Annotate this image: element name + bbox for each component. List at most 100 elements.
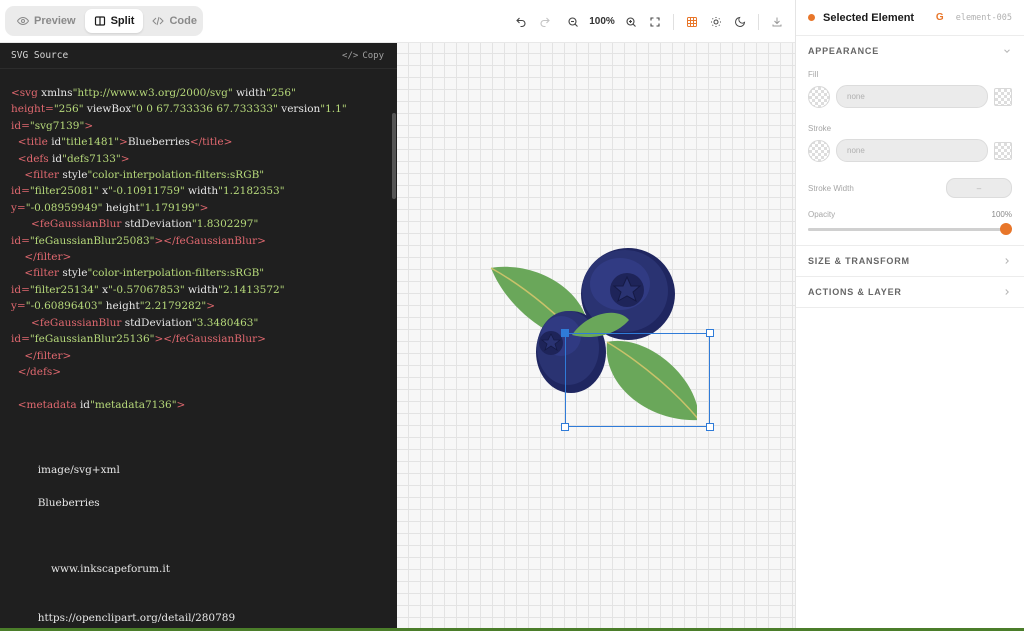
zoom-in-icon	[626, 16, 636, 27]
code-mode-label: Code	[169, 15, 197, 27]
stroke-color-swatch[interactable]	[808, 139, 830, 162]
appearance-section: APPEARANCE Fill none Stroke none Stroke	[796, 36, 1024, 246]
split-mode-button[interactable]: Split	[84, 9, 144, 33]
appearance-body: Fill none Stroke none Stroke Width – Opa…	[796, 66, 1024, 245]
zoom-in-button[interactable]	[619, 10, 643, 34]
code-line: </filter>	[24, 349, 72, 362]
code-panel-header: SVG Source </> Copy	[0, 43, 397, 69]
zoom-out-button[interactable]	[561, 10, 585, 34]
moon-icon	[735, 16, 746, 27]
code-line: <svg xmlns"http://www.w3.org/2000/svg" w…	[11, 87, 296, 99]
resize-handle-bottom-right[interactable]	[706, 423, 714, 431]
split-icon	[94, 16, 105, 26]
code-line: <metadata id"metadata7136">	[17, 398, 186, 411]
zoom-out-icon	[568, 16, 578, 27]
opacity-label: Opacity	[808, 210, 836, 219]
copy-button[interactable]: </> Copy	[342, 51, 384, 61]
preview-mode-button[interactable]: Preview	[8, 9, 85, 33]
fill-no-color-button[interactable]	[994, 87, 1012, 106]
fill-label: Fill	[808, 70, 819, 79]
element-id: element-005	[955, 12, 1012, 23]
code-line: <title id"title1481">Blueberries</title>	[17, 136, 233, 149]
code-mode-button[interactable]: Code	[143, 9, 206, 33]
stroke-width-label: Stroke Width	[808, 183, 854, 193]
stroke-value-input[interactable]: none	[836, 139, 988, 162]
code-line: id="filter25081" x"-0.10911759" width"1.…	[11, 185, 285, 198]
actions-layer-title: ACTIONS & LAYER	[808, 287, 902, 297]
download-icon	[772, 17, 782, 26]
eye-icon	[17, 16, 29, 26]
actions-layer-section-header[interactable]: ACTIONS & LAYER	[796, 277, 1024, 307]
fill-color-swatch[interactable]	[808, 85, 830, 108]
fill-value-input[interactable]: none	[836, 85, 988, 108]
code-line: id="filter25134" x"-0.57067853" width"2.…	[11, 283, 285, 296]
opacity-row: Opacity 100%	[808, 210, 1012, 219]
sun-icon	[711, 16, 721, 27]
selection-box[interactable]	[561, 329, 714, 431]
code-line: y="-0.60896403" height"2.2179282">	[11, 300, 216, 313]
stroke-label: Stroke	[808, 124, 832, 133]
grid-toggle-button[interactable]	[680, 10, 704, 34]
code-scrollbar[interactable]	[392, 113, 396, 199]
code-icon: </>	[342, 50, 359, 61]
code-line: id="feGaussianBlur25136"></feGaussianBlu…	[11, 333, 266, 346]
size-transform-title: SIZE & TRANSFORM	[808, 256, 910, 266]
undo-button[interactable]	[509, 10, 533, 34]
opacity-value: 100%	[991, 210, 1012, 219]
grid-icon	[687, 16, 697, 27]
download-button[interactable]	[765, 10, 789, 34]
code-line: Blueberries	[11, 497, 100, 510]
undo-icon	[516, 17, 526, 27]
code-panel: SVG Source </> Copy <svg xmlns"http://ww…	[0, 43, 397, 628]
code-line: <feGaussianBlur stdDeviation"1.8302297"	[31, 218, 259, 231]
opacity-slider[interactable]	[808, 223, 1012, 235]
opacity-slider-fill	[808, 228, 1006, 231]
appearance-title: APPEARANCE	[808, 46, 880, 56]
stroke-width-row: Stroke Width –	[808, 178, 1012, 198]
code-line: https://openclipart.org/detail/280789	[11, 612, 236, 624]
canvas-area[interactable]	[397, 43, 795, 628]
app-window: Preview Split Code 100% SVG Source </> C…	[0, 0, 1024, 631]
inspector-title: Selected Element	[823, 11, 915, 24]
code-line: id="feGaussianBlur25083"></feGaussianBlu…	[11, 234, 266, 247]
canvas-tools: 100%	[509, 0, 795, 43]
code-line: image/svg+xml	[11, 464, 120, 477]
element-type-badge: G	[935, 12, 944, 23]
stroke-row: none	[808, 139, 1012, 162]
code-icon	[152, 16, 165, 26]
stroke-width-input[interactable]: –	[946, 178, 1012, 198]
redo-button[interactable]	[533, 10, 557, 34]
split-mode-label: Split	[110, 15, 135, 27]
chevron-right-icon	[1005, 258, 1009, 264]
actions-layer-section: ACTIONS & LAYER	[796, 277, 1024, 308]
code-line: y="-0.08959949" height"1.179199">	[11, 201, 209, 214]
code-line: </defs>	[17, 365, 62, 378]
toolbar-divider	[673, 13, 674, 30]
opacity-slider-thumb[interactable]	[1000, 223, 1012, 235]
code-line: id="svg7139">	[11, 119, 94, 132]
code-line: <filter style"color-interpolation-filter…	[24, 267, 265, 280]
fit-screen-button[interactable]	[643, 10, 667, 34]
code-line: </filter>	[24, 251, 72, 264]
toolbar-divider	[758, 13, 759, 30]
code-editor[interactable]: <svg xmlns"http://www.w3.org/2000/svg" w…	[11, 85, 385, 626]
copy-label: Copy	[362, 50, 384, 61]
top-toolbar: Preview Split Code 100%	[0, 0, 795, 43]
chevron-down-icon	[1004, 49, 1010, 53]
size-transform-section-header[interactable]: SIZE & TRANSFORM	[796, 246, 1024, 276]
light-theme-button[interactable]	[704, 10, 728, 34]
dark-theme-button[interactable]	[728, 10, 752, 34]
resize-handle-top-left[interactable]	[561, 329, 569, 337]
stroke-no-color-button[interactable]	[994, 141, 1012, 160]
resize-handle-top-right[interactable]	[706, 329, 714, 337]
appearance-section-header[interactable]: APPEARANCE	[796, 36, 1024, 66]
code-line: <filter style"color-interpolation-filter…	[24, 169, 265, 182]
preview-mode-label: Preview	[34, 15, 76, 27]
resize-handle-bottom-left[interactable]	[561, 423, 569, 431]
